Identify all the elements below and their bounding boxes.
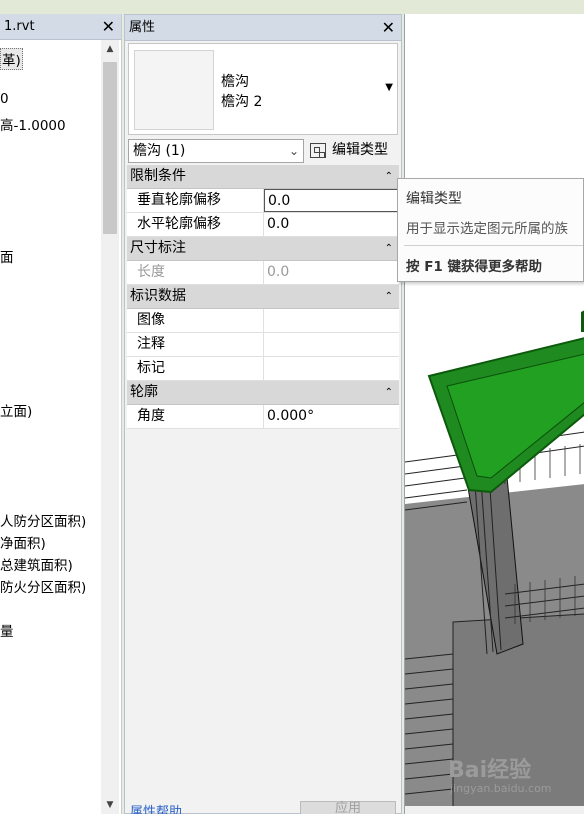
category-header[interactable]: 限制条件 ⌃ xyxy=(127,165,399,189)
tree-item[interactable]: 量 xyxy=(0,620,14,640)
tooltip-divider xyxy=(404,245,583,246)
property-row: 注释 xyxy=(127,333,399,357)
tree-item[interactable]: 革) xyxy=(0,48,23,70)
property-name: 长度 xyxy=(127,261,264,284)
scroll-down-icon[interactable]: ▼ xyxy=(101,796,119,814)
chevron-down-icon: ⌄ xyxy=(288,144,299,158)
tree-item[interactable]: 人防分区面积) xyxy=(0,510,86,530)
property-value[interactable]: 0.000° xyxy=(264,405,399,428)
property-name: 垂直轮廓偏移 xyxy=(127,189,264,212)
3d-viewport[interactable] xyxy=(404,14,584,814)
properties-footer: 属性帮助 应用 xyxy=(125,801,401,814)
close-icon[interactable]: ✕ xyxy=(102,14,115,40)
edit-type-button[interactable]: 编辑类型 xyxy=(310,139,388,163)
project-browser-header: 1.rvt ✕ xyxy=(0,14,121,40)
tooltip-description: 用于显示选定图元所属的族 xyxy=(406,221,568,237)
top-toolbar-strip xyxy=(0,0,584,14)
property-value[interactable] xyxy=(264,357,399,380)
property-value[interactable]: 0.0 xyxy=(264,213,399,236)
scrollbar-thumb[interactable] xyxy=(103,62,117,234)
watermark-url: jingyan.baidu.com xyxy=(450,782,552,795)
tree-item[interactable]: 立面) xyxy=(0,400,32,420)
edit-type-tooltip: 编辑类型 用于显示选定图元所属的族 按 F1 键获得更多帮助 xyxy=(397,178,584,282)
tree-item[interactable]: 高-1.0000 xyxy=(0,114,66,134)
watermark-logo: Bai经验 jingyan.baidu.com xyxy=(448,752,552,795)
category-label: 限制条件 xyxy=(130,168,186,184)
property-row: 垂直轮廓偏移 0.0 xyxy=(127,189,399,213)
property-value[interactable] xyxy=(264,333,399,356)
edit-type-icon xyxy=(310,143,326,158)
tree-item[interactable]: 面 xyxy=(0,246,14,266)
properties-grid: 限制条件 ⌃ 垂直轮廓偏移 0.0 水平轮廓偏移 0.0 尺寸标注 ⌃ 长度 0.0 标识数据 ⌃ 图像… xyxy=(127,165,399,429)
tree-item[interactable]: 总建筑面积) xyxy=(0,554,73,574)
property-name: 角度 xyxy=(127,405,264,428)
instance-filter-value: 檐沟 (1) xyxy=(133,143,186,159)
tree-item[interactable]: 净面积) xyxy=(0,532,46,552)
category-label: 标识数据 xyxy=(130,288,186,304)
edit-type-label: 编辑类型 xyxy=(332,142,388,158)
collapse-icon[interactable]: ⌃ xyxy=(385,165,393,188)
collapse-icon[interactable]: ⌃ xyxy=(385,285,393,308)
property-row: 水平轮廓偏移 0.0 xyxy=(127,213,399,237)
property-value[interactable] xyxy=(264,309,399,332)
building-model-view xyxy=(405,310,584,814)
category-header[interactable]: 标识数据 ⌃ xyxy=(127,285,399,309)
property-value: 0.0 xyxy=(267,264,290,280)
property-name: 标记 xyxy=(127,357,264,380)
collapse-icon[interactable]: ⌃ xyxy=(385,237,393,260)
category-label: 尺寸标注 xyxy=(130,240,186,256)
tooltip-help: 按 F1 键获得更多帮助 xyxy=(406,259,543,275)
property-name: 水平轮廓偏移 xyxy=(127,213,264,236)
properties-panel: 属性 ✕ 檐沟 檐沟 2 ▼ 檐沟 (1) ⌄ 编辑类型 限制条件 ⌃ 垂直轮廓偏移… xyxy=(124,14,402,814)
properties-header: 属性 ✕ xyxy=(125,15,401,41)
collapse-icon[interactable]: ⌃ xyxy=(385,381,393,404)
category-header[interactable]: 轮廓 ⌃ xyxy=(127,381,399,405)
type-family-name: 檐沟 xyxy=(221,74,249,90)
project-browser-scrollbar[interactable]: ▲ ▼ xyxy=(101,40,119,814)
close-icon[interactable]: ✕ xyxy=(382,15,395,41)
category-header[interactable]: 尺寸标注 ⌃ xyxy=(127,237,399,261)
type-selector[interactable]: 檐沟 檐沟 2 ▼ xyxy=(128,43,398,135)
property-name: 注释 xyxy=(127,333,264,356)
property-row: 长度 0.0 xyxy=(127,261,399,285)
instance-filter-select[interactable]: 檐沟 (1) ⌄ xyxy=(128,139,304,163)
dropdown-arrow-icon[interactable]: ▼ xyxy=(385,82,393,93)
properties-title: 属性 xyxy=(129,20,156,35)
view-control-bar xyxy=(405,806,584,814)
tree-item[interactable]: 0 xyxy=(0,91,9,107)
property-value[interactable]: 0.0 xyxy=(264,189,399,212)
type-name: 檐沟 2 xyxy=(221,94,263,110)
type-preview-image xyxy=(134,50,214,130)
tree-item[interactable]: 防火分区面积) xyxy=(0,576,86,596)
scroll-up-icon[interactable]: ▲ xyxy=(101,40,119,58)
project-browser-panel: 1.rvt ✕ 革) 0 高-1.0000 面立面) 人防分区面积) 净面积) 总建筑面积)… xyxy=(0,14,122,814)
properties-help-link[interactable]: 属性帮助 xyxy=(130,801,182,814)
category-label: 轮廓 xyxy=(130,384,158,400)
project-browser-title: 1.rvt xyxy=(4,19,35,34)
apply-button[interactable]: 应用 xyxy=(300,801,396,814)
instance-row: 檐沟 (1) ⌄ 编辑类型 xyxy=(128,139,398,163)
tooltip-title: 编辑类型 xyxy=(406,191,462,207)
property-row: 图像 xyxy=(127,309,399,333)
watermark-brand: Bai经验 xyxy=(448,758,532,783)
property-row: 标记 xyxy=(127,357,399,381)
property-row: 角度 0.000° xyxy=(127,405,399,429)
property-name: 图像 xyxy=(127,309,264,332)
